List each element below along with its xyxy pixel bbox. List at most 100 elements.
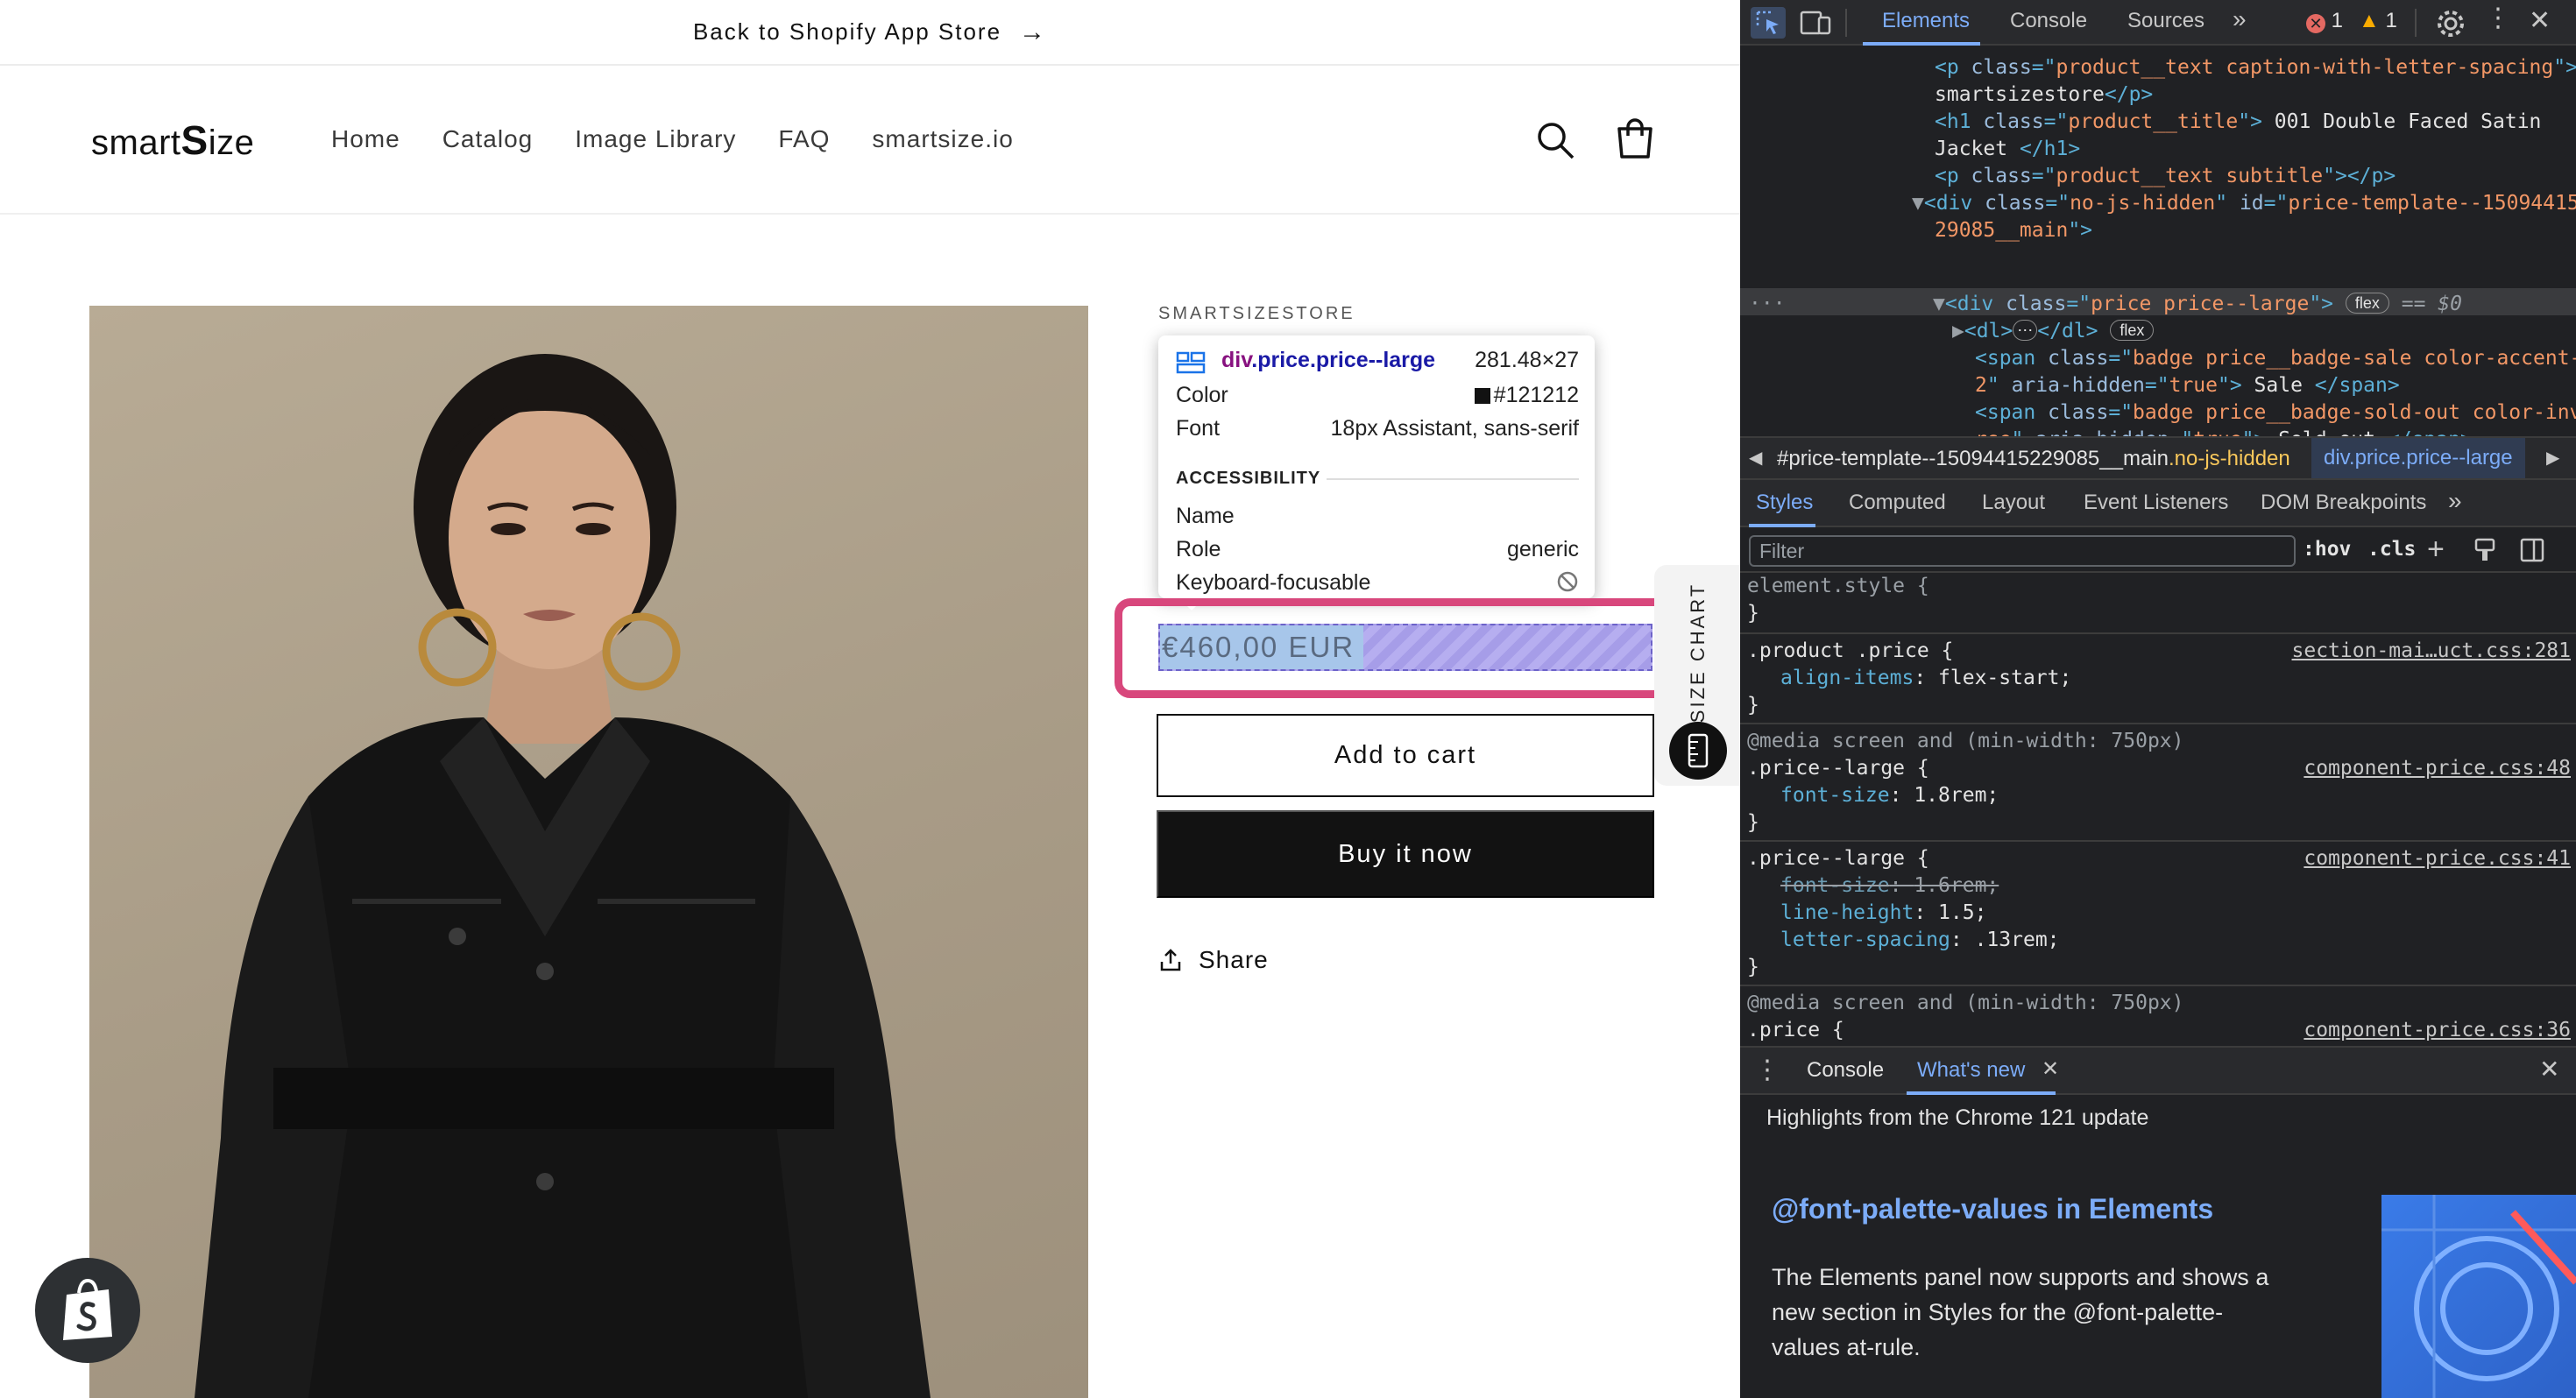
share-icon	[1160, 949, 1181, 971]
rule-source-link[interactable]: component-price.css:36	[2304, 1017, 2571, 1044]
new-style-rule-icon[interactable]: +	[2427, 533, 2445, 567]
dom-line[interactable]: Jacket </h1>	[1935, 136, 2080, 163]
close-drawer-icon[interactable]: ✕	[2539, 1055, 2559, 1084]
warning-counter[interactable]: ▲ 1	[2359, 9, 2397, 33]
close-tab-icon[interactable]: ✕	[2042, 1056, 2059, 1082]
whats-new-panel: Highlights from the Chrome 121 update @f…	[1740, 1095, 2576, 1398]
breadcrumb-item-selected[interactable]: div.price.price--large	[2311, 438, 2525, 478]
share-button[interactable]: Share	[1158, 946, 1269, 974]
not-allowed-icon	[1557, 571, 1578, 592]
close-icon[interactable]: ✕	[2529, 5, 2551, 36]
inspect-element-icon[interactable]	[1751, 7, 1786, 39]
dom-line[interactable]: <span class="badge price__badge-sold-out…	[1975, 399, 2576, 427]
shopify-badge[interactable]	[35, 1258, 140, 1363]
size-chart-label[interactable]: SIZE CHART	[1681, 582, 1716, 723]
cart-icon[interactable]	[1612, 116, 1658, 162]
price-element-highlight[interactable]: €460,00 EUR	[1158, 624, 1652, 671]
device-toolbar-icon[interactable]	[1800, 9, 1831, 37]
announcement-text[interactable]: Back to Shopify App Store	[693, 18, 1001, 46]
tooltip-selector: div.price.price--large	[1221, 348, 1436, 372]
rule-source-link[interactable]: component-price.css:41	[2304, 845, 2571, 872]
subtab-computed[interactable]: Computed	[1849, 491, 1946, 515]
css-declaration-overridden[interactable]: font-size: 1.6rem;	[1780, 872, 1999, 900]
paint-brush-icon[interactable]	[2473, 538, 2497, 562]
model-photo-icon	[195, 354, 931, 1398]
rule-selector[interactable]: .price--large {	[1747, 845, 1929, 872]
divider	[1740, 632, 2576, 634]
dom-line-selected[interactable]: ▼<div class="price price--large"> flex =…	[1933, 291, 2462, 318]
drawer-tab-console[interactable]: Console	[1807, 1058, 1884, 1083]
drawer-menu-icon[interactable]: ⋮	[1754, 1055, 1780, 1085]
ellipsis-badge[interactable]: ⋯	[2013, 320, 2038, 341]
tooltip-keyboard-row: Keyboard-focusable	[1176, 570, 1579, 596]
arrow-right-icon: →	[1019, 17, 1048, 46]
expand-triangle-icon[interactable]: ▼	[1933, 293, 1945, 315]
subtab-event-listeners[interactable]: Event Listeners	[2084, 491, 2228, 515]
css-declaration[interactable]: letter-spacing: .13rem;	[1780, 927, 2060, 954]
rule-selector[interactable]: .price {	[1747, 1017, 1844, 1044]
tooltip-size: 281.48×27	[1475, 348, 1579, 372]
store-logo[interactable]: smartSize	[91, 116, 254, 164]
dom-line[interactable]: <p class="product__text caption-with-let…	[1935, 54, 2576, 81]
subtab-styles[interactable]: Styles	[1756, 491, 1813, 515]
dom-line[interactable]: <p class="product__text subtitle"></p>	[1935, 163, 2396, 190]
dom-line[interactable]: <span class="badge price__badge-sale col…	[1975, 345, 2576, 372]
whats-new-illustration	[2381, 1195, 2576, 1398]
rule-selector[interactable]: .price--large {	[1747, 755, 1929, 782]
expand-triangle-icon[interactable]: ▼	[1912, 192, 1924, 215]
product-vendor: SMARTSIZESTORE	[1158, 304, 1355, 323]
buy-now-button[interactable]: Buy it now	[1157, 810, 1654, 898]
kebab-menu-icon[interactable]: ⋮	[2485, 5, 2511, 32]
rule-close-brace: }	[1747, 602, 1759, 625]
tooltip-color-row: Color #121212	[1176, 383, 1579, 407]
dom-line[interactable]: 29085__main">	[1935, 217, 2092, 244]
subtab-layout[interactable]: Layout	[1982, 491, 2045, 515]
rule-source-link[interactable]: section-mai…uct.css:281	[2292, 638, 2572, 665]
dom-line[interactable]: <h1 class="product__title"> 001 Double F…	[1935, 109, 2541, 136]
dom-line[interactable]: 2" aria-hidden="true"> Sale </span>	[1975, 372, 2400, 399]
breadcrumb-prev-icon[interactable]: ◀	[1749, 447, 1762, 469]
devtools-panel: Elements Console Sources » ✕ 1 ▲ 1 ⋮ ✕ <…	[1740, 0, 2576, 1398]
product-image[interactable]	[89, 306, 1088, 1398]
gear-icon[interactable]	[2436, 9, 2466, 39]
hov-toggle[interactable]: :hov	[2303, 538, 2351, 561]
drawer-tab-whats-new[interactable]: What's new	[1917, 1058, 2025, 1083]
search-icon[interactable]	[1535, 120, 1575, 160]
error-counter[interactable]: ✕ 1	[2306, 9, 2343, 33]
nav-image-library[interactable]: Image Library	[575, 125, 736, 153]
flex-badge[interactable]: flex	[2345, 293, 2389, 314]
flex-badge[interactable]: flex	[2110, 320, 2155, 341]
nav-smartsize[interactable]: smartsize.io	[872, 125, 1013, 153]
rule-source-link[interactable]: component-price.css:48	[2304, 755, 2571, 782]
nav-faq[interactable]: FAQ	[778, 125, 830, 153]
dom-line[interactable]: smartsizestore</p>	[1935, 81, 2153, 109]
rule-element-style[interactable]: element.style {	[1747, 573, 1929, 600]
whats-new-title[interactable]: @font-palette-values in Elements	[1772, 1193, 2213, 1225]
tab-console[interactable]: Console	[2010, 9, 2087, 33]
breadcrumb-next-icon[interactable]: ▶	[2546, 447, 2559, 469]
cls-toggle[interactable]: .cls	[2367, 538, 2416, 561]
sidebar-toggle-icon[interactable]	[2520, 538, 2544, 562]
more-tabs-icon[interactable]: »	[2233, 5, 2247, 33]
announcement-bar[interactable]: Back to Shopify App Store →	[0, 0, 1740, 66]
subtab-dom-breakpoints[interactable]: DOM Breakpoints	[2261, 491, 2426, 515]
ruler-icon	[1688, 733, 1709, 768]
more-subtabs-icon[interactable]: »	[2448, 487, 2462, 515]
dom-line[interactable]: ▶<dl> ⋯ </dl> flex	[1952, 318, 2155, 345]
styles-filter-input[interactable]: Filter	[1749, 535, 2296, 567]
css-declaration[interactable]: align-items: flex-start;	[1780, 665, 2071, 692]
css-declaration[interactable]: line-height: 1.5;	[1780, 900, 1986, 927]
nav-catalog[interactable]: Catalog	[442, 125, 534, 153]
add-to-cart-button[interactable]: Add to cart	[1157, 714, 1654, 797]
collapse-triangle-icon[interactable]: ▶	[1952, 320, 1964, 342]
rule-selector[interactable]: .product .price {	[1747, 638, 1953, 665]
row-menu-dots-icon[interactable]: ···	[1749, 291, 1786, 318]
tab-sources[interactable]: Sources	[2127, 9, 2204, 33]
drawer-tabbar: ⋮ Console What's new ✕ ✕	[1740, 1046, 2576, 1095]
dom-line[interactable]: ▼<div class="no-js-hidden" id="price-tem…	[1912, 190, 2576, 217]
nav-home[interactable]: Home	[331, 125, 400, 153]
size-chart-button[interactable]	[1669, 722, 1727, 780]
css-declaration[interactable]: font-size: 1.8rem;	[1780, 782, 1999, 809]
tab-elements[interactable]: Elements	[1882, 9, 1970, 33]
breadcrumb-item[interactable]: #price-template--15094415229085__main.no…	[1777, 447, 2290, 471]
